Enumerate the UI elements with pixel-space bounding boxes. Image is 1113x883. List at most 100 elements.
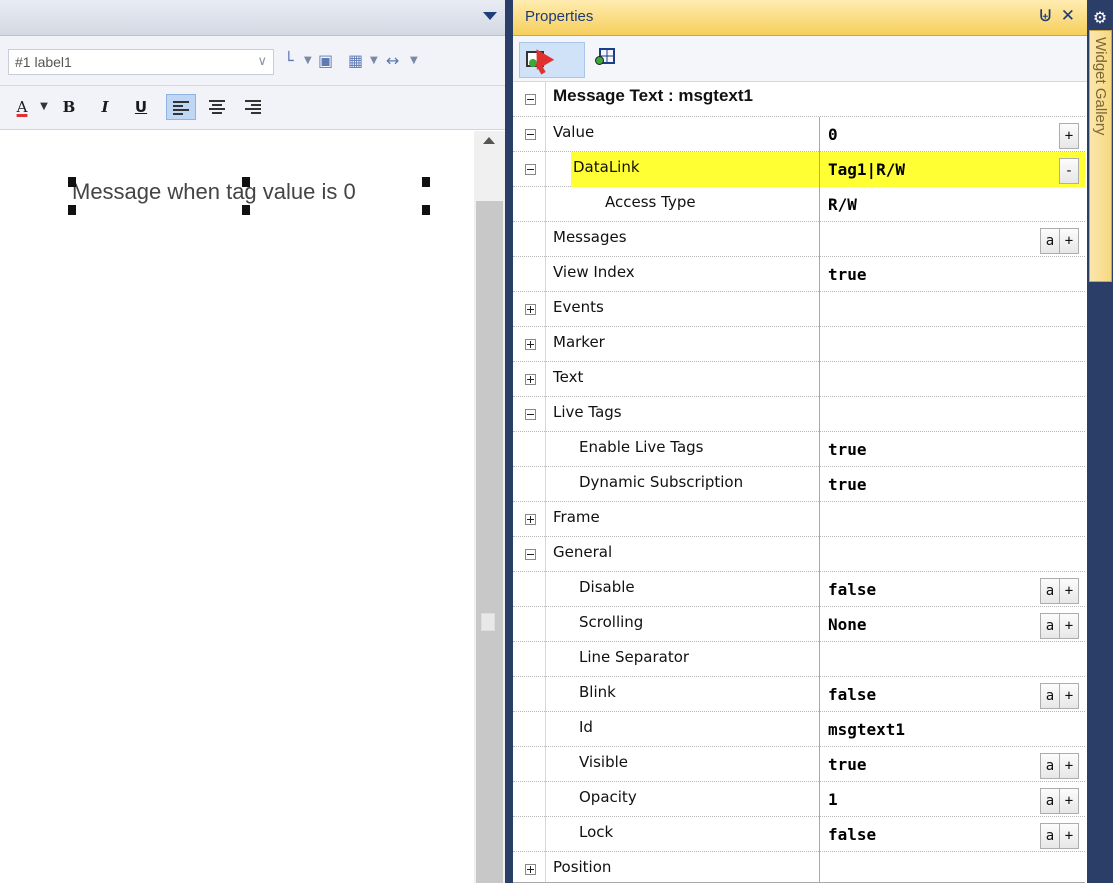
property-value-cell[interactable]: 0 + [819,117,1085,152]
property-row[interactable]: Enable Live Tags true [513,432,1085,467]
property-value-cell[interactable] [819,292,1085,327]
collapse-icon[interactable] [525,164,536,175]
property-value-cell[interactable]: true [819,432,1085,467]
property-value-cell[interactable]: false a + [819,817,1085,852]
attach-button[interactable]: a [1040,228,1060,254]
property-row[interactable]: Frame [513,502,1085,537]
size-dropdown-icon[interactable]: ▼ [410,50,418,72]
property-row[interactable]: Text [513,362,1085,397]
resize-handle[interactable] [242,205,250,215]
align-left-icon[interactable]: └ [284,50,294,72]
property-row[interactable]: Position [513,852,1085,883]
property-value-cell[interactable] [819,327,1085,362]
property-value-cell[interactable]: a + [819,222,1085,257]
distribute-icon[interactable]: ▦ [348,50,363,72]
scrollbar-track[interactable] [476,201,503,883]
center-in-page-icon[interactable]: ▣ [318,50,333,72]
close-icon[interactable]: ✕ [1061,6,1075,26]
resize-handle[interactable] [68,177,76,187]
property-row[interactable]: Opacity 1 a + [513,782,1085,817]
property-row[interactable]: General [513,537,1085,572]
bold-button[interactable]: B [56,94,82,120]
expand-icon[interactable] [525,304,536,315]
underline-button[interactable]: U [128,94,154,120]
property-row[interactable]: Messages a + [513,222,1085,257]
add-button[interactable]: + [1059,613,1079,639]
message-text-widget[interactable]: Message when tag value is 0 [72,179,356,205]
expand-icon[interactable] [525,864,536,875]
font-color-dropdown-icon[interactable]: ▼ [38,94,50,120]
property-row[interactable]: Line Separator [513,642,1085,677]
attach-button[interactable]: a [1040,578,1060,604]
attach-button[interactable]: a [1040,823,1060,849]
property-row[interactable]: Lock false a + [513,817,1085,852]
add-button[interactable]: + [1059,753,1079,779]
property-value-cell[interactable] [819,502,1085,537]
distribute-dropdown-icon[interactable]: ▼ [370,50,378,72]
property-row[interactable]: Marker [513,327,1085,362]
widget-gallery-tab[interactable]: Widget Gallery [1089,30,1112,282]
resize-handle[interactable] [422,205,430,215]
property-value-cell[interactable] [819,537,1085,572]
resize-handle[interactable] [68,205,76,215]
property-row[interactable]: Message Text : msgtext1 [513,82,1085,117]
property-value-cell[interactable]: 1 a + [819,782,1085,817]
expand-icon[interactable] [525,339,536,350]
attach-button[interactable]: a [1040,788,1060,814]
property-row[interactable]: Value 0 + [513,117,1085,152]
attach-button[interactable]: a [1040,683,1060,709]
pin-icon[interactable]: ⨄ [1040,8,1051,24]
resize-handle[interactable] [242,177,250,187]
property-row[interactable]: View Index true [513,257,1085,292]
property-value-cell[interactable] [819,362,1085,397]
property-row[interactable]: Id msgtext1 [513,712,1085,747]
chevron-down-icon[interactable]: ∨ [257,53,267,69]
align-text-right-button[interactable] [238,94,268,120]
property-value-cell[interactable] [819,642,1085,677]
add-button[interactable]: + [1059,788,1079,814]
editor-vertical-scrollbar[interactable] [474,131,505,883]
property-value-cell[interactable]: R/W [819,187,1085,222]
widget-gallery-icon[interactable]: ⚙ [1090,8,1110,30]
property-row[interactable]: Events [513,292,1085,327]
scrollbar-thumb[interactable] [481,613,495,631]
property-value-cell[interactable]: Tag1|R/W - [819,152,1085,187]
font-color-button[interactable]: A [10,94,34,120]
property-value-cell[interactable] [819,397,1085,432]
property-value-cell[interactable]: None a + [819,607,1085,642]
add-button[interactable]: + [1059,578,1079,604]
resize-handle[interactable] [422,177,430,187]
property-value-cell[interactable]: false a + [819,572,1085,607]
advanced-view-button[interactable] [595,48,617,68]
attach-button[interactable]: a [1040,753,1060,779]
collapse-icon[interactable] [525,549,536,560]
property-row[interactable]: Blink false a + [513,677,1085,712]
property-row[interactable]: Access Type R/W [513,187,1085,222]
collapse-icon[interactable] [525,129,536,140]
property-row[interactable]: Scrolling None a + [513,607,1085,642]
add-button[interactable]: + [1059,123,1079,149]
add-button[interactable]: + [1059,683,1079,709]
property-row[interactable]: Dynamic Subscription true [513,467,1085,502]
collapse-icon[interactable] [525,409,536,420]
expand-icon[interactable] [525,374,536,385]
property-value-cell[interactable]: msgtext1 [819,712,1085,747]
align-text-center-button[interactable] [202,94,232,120]
pane-splitter[interactable] [505,0,513,883]
object-selector[interactable]: #1 label1 ∨ [8,49,274,75]
make-same-width-icon[interactable]: ↔ [386,50,399,72]
property-value-cell[interactable] [819,852,1085,883]
align-text-left-button[interactable] [166,94,196,120]
property-value-cell[interactable]: true a + [819,747,1085,782]
property-row[interactable]: Disable false a + [513,572,1085,607]
remove-button[interactable]: - [1059,158,1079,184]
tab-list-dropdown-icon[interactable] [483,12,497,20]
property-value-cell[interactable]: false a + [819,677,1085,712]
add-button[interactable]: + [1059,228,1079,254]
property-value-cell[interactable]: true [819,467,1085,502]
expand-icon[interactable] [525,514,536,525]
property-row[interactable]: Live Tags [513,397,1085,432]
align-dropdown-icon[interactable]: ▼ [304,50,312,72]
collapse-icon[interactable] [525,94,536,105]
property-row[interactable]: Visible true a + [513,747,1085,782]
